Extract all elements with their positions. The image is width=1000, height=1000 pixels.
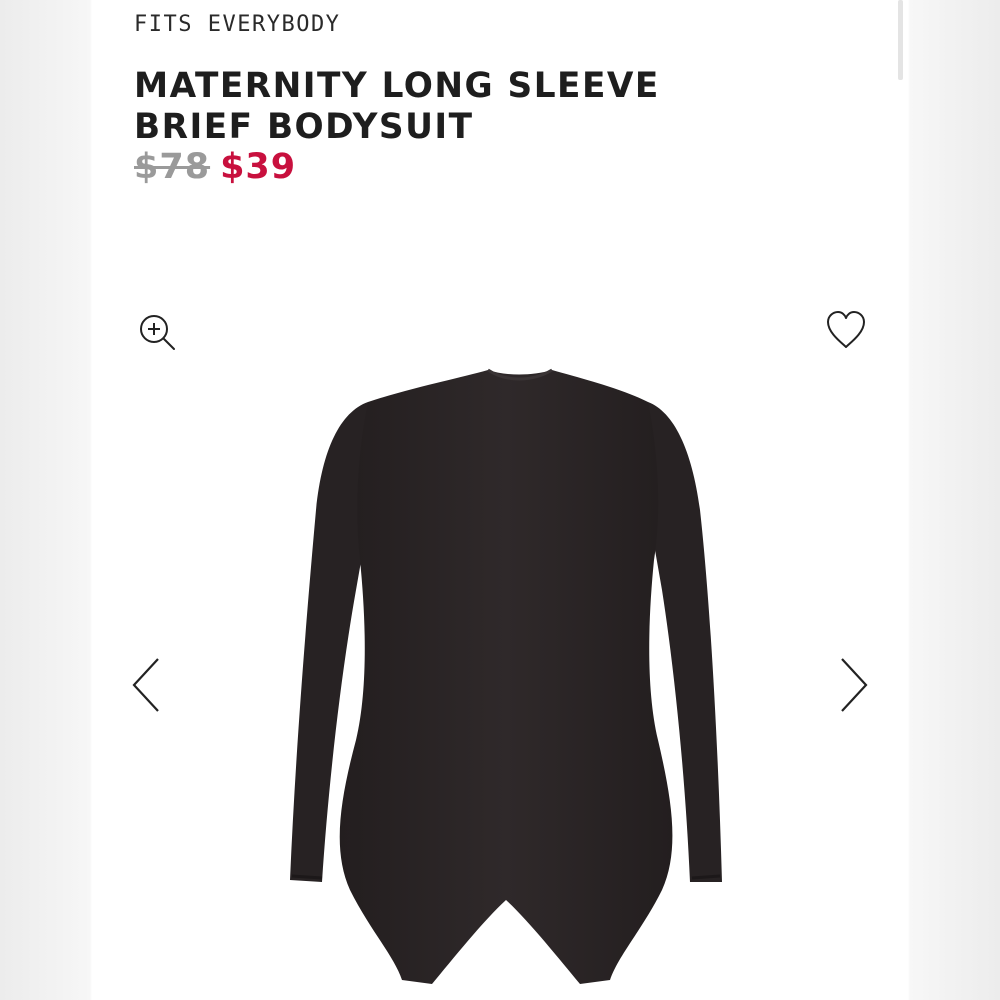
zoom-in-icon (140, 315, 175, 350)
add-to-wishlist-button[interactable] (822, 306, 870, 354)
scrollbar[interactable] (898, 0, 903, 80)
product-panel: FITS EVERYBODY MATERNITY LONG SLEEVE BRI… (92, 0, 908, 1000)
screenshot-frame: FITS EVERYBODY MATERNITY LONG SLEEVE BRI… (0, 0, 1000, 1000)
chevron-right-icon (841, 658, 868, 712)
previous-image-button[interactable] (124, 652, 168, 718)
heart-outline-icon (827, 311, 865, 348)
product-image[interactable] (270, 360, 730, 990)
zoom-button[interactable] (134, 308, 182, 356)
product-title: MATERNITY LONG SLEEVE BRIEF BODYSUIT (134, 66, 660, 147)
original-price: $78 (134, 147, 211, 187)
bodysuit-image (290, 368, 722, 984)
next-image-button[interactable] (832, 652, 876, 718)
price-row: $78 $39 (134, 147, 296, 187)
collection-label: FITS EVERYBODY (134, 12, 341, 37)
chevron-left-icon (132, 658, 159, 712)
sale-price: $39 (220, 147, 297, 187)
